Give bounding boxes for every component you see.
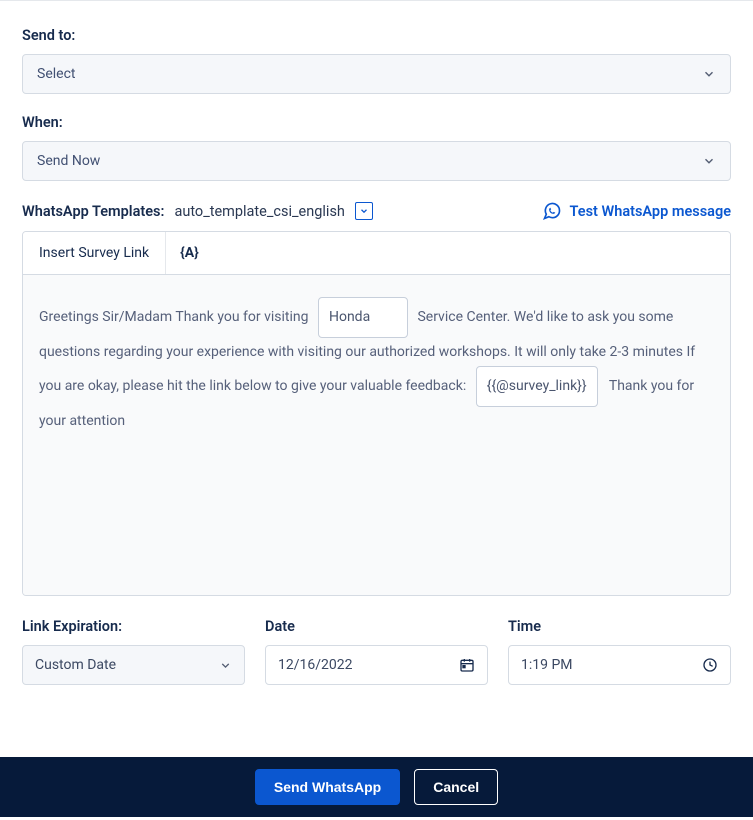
clock-icon <box>702 657 718 673</box>
chevron-down-icon <box>702 154 716 168</box>
link-expiration-select[interactable]: Custom Date <box>22 645 245 685</box>
insert-survey-link-button[interactable]: Insert Survey Link <box>23 232 166 274</box>
link-expiration-label: Link Expiration: <box>22 618 245 635</box>
time-value: 1:19 PM <box>521 657 573 673</box>
send-whatsapp-button[interactable]: Send WhatsApp <box>255 769 400 805</box>
date-value: 12/16/2022 <box>278 657 353 673</box>
test-whatsapp-label: Test WhatsApp message <box>570 203 731 220</box>
survey-link-chip[interactable]: {{@survey_link}} <box>476 366 598 407</box>
calendar-icon <box>459 657 475 673</box>
date-label: Date <box>265 618 488 635</box>
link-expiration-value: Custom Date <box>35 657 116 673</box>
templates-label: WhatsApp Templates: <box>22 203 164 220</box>
send-to-value: Select <box>37 66 75 82</box>
send-to-label: Send to: <box>22 27 731 44</box>
send-to-select[interactable]: Select <box>22 54 731 94</box>
chevron-down-icon <box>702 67 716 81</box>
time-input[interactable]: 1:19 PM <box>508 645 731 685</box>
cancel-button[interactable]: Cancel <box>414 769 498 805</box>
templates-dropdown-button[interactable] <box>355 202 373 220</box>
message-text-1: Greetings Sir/Madam Thank you for visiti… <box>39 309 308 325</box>
insert-variable-button[interactable]: {A} <box>166 232 213 274</box>
template-toolbar: Insert Survey Link {A} <box>23 232 730 275</box>
whatsapp-icon <box>542 201 562 221</box>
templates-value: auto_template_csi_english <box>174 203 344 220</box>
time-label: Time <box>508 618 731 635</box>
date-input[interactable]: 12/16/2022 <box>265 645 488 685</box>
chevron-down-icon <box>219 659 232 672</box>
when-label: When: <box>22 114 731 131</box>
when-value: Send Now <box>37 153 100 169</box>
brand-input[interactable]: Honda <box>318 297 408 338</box>
footer: Send WhatsApp Cancel <box>0 757 753 817</box>
template-editor: Insert Survey Link {A} Greetings Sir/Mad… <box>22 231 731 596</box>
template-body[interactable]: Greetings Sir/Madam Thank you for visiti… <box>23 275 730 595</box>
test-whatsapp-button[interactable]: Test WhatsApp message <box>542 201 731 221</box>
when-select[interactable]: Send Now <box>22 141 731 181</box>
